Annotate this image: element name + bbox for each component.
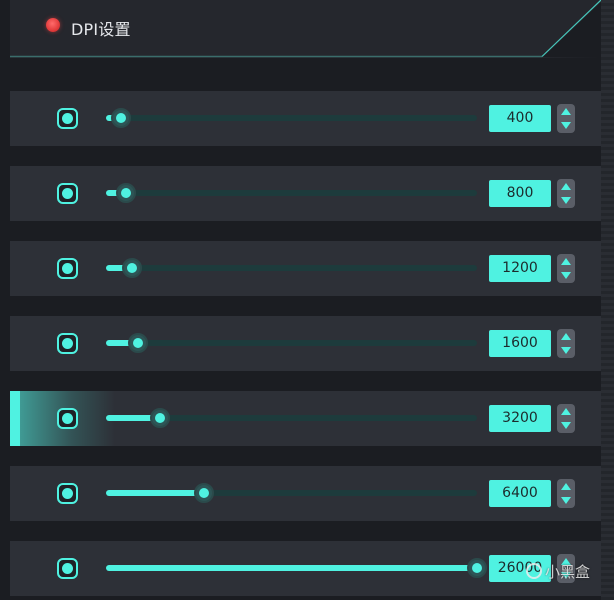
dpi-stepper[interactable] [557,179,575,208]
dpi-row[interactable]: 26000 [10,541,601,596]
dpi-row[interactable]: 800 [10,166,601,221]
status-indicator-icon [46,18,60,32]
stepper-down-icon[interactable] [561,497,571,504]
dpi-level-toggle[interactable] [57,333,78,354]
stepper-up-icon[interactable] [561,333,571,340]
dpi-stepper[interactable] [557,104,575,133]
dpi-stepper[interactable] [557,404,575,433]
dpi-level-toggle[interactable] [57,258,78,279]
stepper-up-icon[interactable] [561,483,571,490]
dpi-stepper[interactable] [557,329,575,358]
dpi-slider[interactable] [106,183,477,203]
dpi-slider-thumb[interactable] [150,408,170,428]
dpi-level-toggle[interactable] [57,183,78,204]
dpi-slider-thumb[interactable] [122,258,142,278]
stepper-up-icon[interactable] [561,408,571,415]
dpi-stepper[interactable] [557,479,575,508]
dpi-row[interactable]: 3200 [10,391,601,446]
dpi-level-toggle[interactable] [57,408,78,429]
dpi-level-toggle[interactable] [57,483,78,504]
dpi-slider-thumb[interactable] [111,108,131,128]
stepper-down-icon[interactable] [561,422,571,429]
dpi-slider[interactable] [106,258,477,278]
dpi-row[interactable]: 6400 [10,466,601,521]
stepper-up-icon[interactable] [561,258,571,265]
dpi-row[interactable]: 1600 [10,316,601,371]
watermark: 小黑盒 [526,561,590,582]
left-edge [0,0,10,600]
dpi-value-input[interactable]: 1200 [489,255,551,282]
dpi-value-input[interactable]: 800 [489,180,551,207]
stepper-down-icon[interactable] [561,197,571,204]
stepper-up-icon[interactable] [561,183,571,190]
dpi-slider-thumb[interactable] [467,558,487,578]
stepper-down-icon[interactable] [561,272,571,279]
dpi-value-input[interactable]: 400 [489,105,551,132]
stepper-down-icon[interactable] [561,122,571,129]
active-row-indicator [10,391,20,446]
dpi-slider-thumb[interactable] [194,483,214,503]
dpi-slider[interactable] [106,333,477,353]
dpi-value-input[interactable]: 6400 [489,480,551,507]
dpi-level-toggle[interactable] [57,108,78,129]
page-title: DPI设置 [71,20,131,39]
watermark-text: 小黑盒 [545,563,591,581]
dpi-stepper[interactable] [557,254,575,283]
dpi-value-input[interactable]: 3200 [489,405,551,432]
dpi-slider-thumb[interactable] [128,333,148,353]
dpi-slider-thumb[interactable] [116,183,136,203]
dpi-row[interactable]: 1200 [10,241,601,296]
watermark-logo-icon [526,563,542,579]
stepper-up-icon[interactable] [561,108,571,115]
dpi-value-input[interactable]: 1600 [489,330,551,357]
dpi-slider[interactable] [106,108,477,128]
stepper-down-icon[interactable] [561,347,571,354]
dpi-slider[interactable] [106,558,487,578]
dpi-slider-fill [106,565,477,571]
dpi-settings-header: DPI设置 [10,0,601,58]
dpi-slider-fill [106,490,204,496]
dpi-slider[interactable] [106,483,477,503]
dpi-slider[interactable] [106,408,477,428]
dpi-row[interactable]: 400 [10,91,601,146]
dpi-level-toggle[interactable] [57,558,78,579]
right-scroll-edge [601,0,614,600]
